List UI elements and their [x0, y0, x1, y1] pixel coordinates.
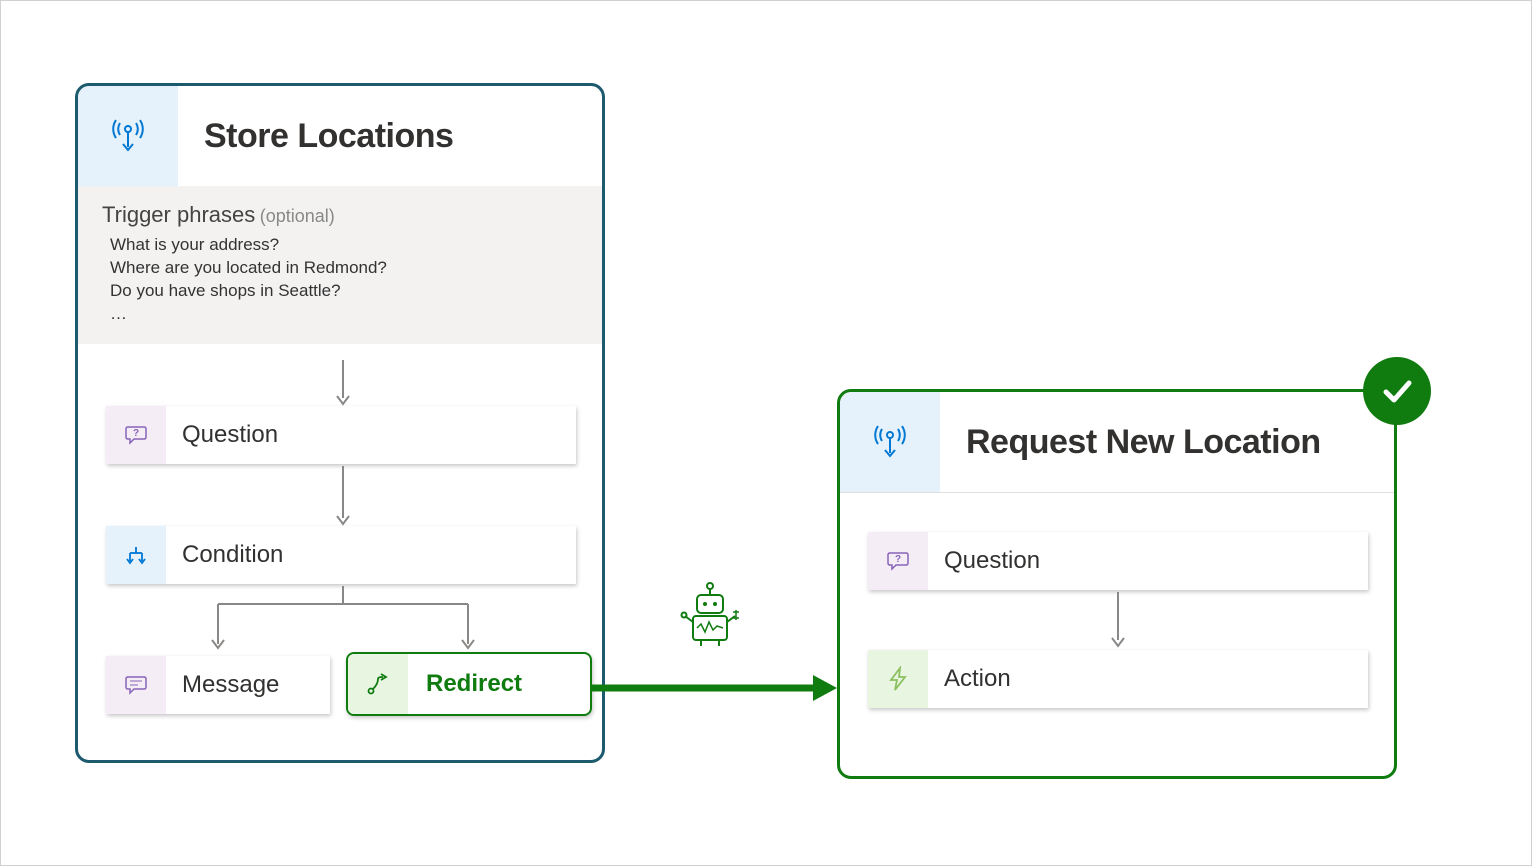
- trigger-phrases-section[interactable]: Trigger phrases (optional) What is your …: [78, 186, 602, 344]
- node-label-question: Question: [928, 547, 1040, 575]
- redirect-icon: [348, 654, 408, 714]
- branch-arrows-icon: [178, 586, 518, 656]
- trigger-phrase: …: [102, 303, 578, 326]
- trigger-optional-text: (optional): [260, 206, 335, 226]
- trigger-label-text: Trigger phrases: [102, 202, 255, 227]
- svg-text:?: ?: [895, 554, 901, 565]
- svg-text:?: ?: [133, 428, 139, 439]
- topic-header: Store Locations: [78, 86, 602, 186]
- topic-card-request-new-location[interactable]: Request New Location ? Question: [837, 389, 1397, 779]
- topic-card-store-locations[interactable]: Store Locations Trigger phrases (optiona…: [75, 83, 605, 763]
- arrow-down-icon: [335, 360, 351, 406]
- robot-icon: [675, 580, 745, 650]
- node-condition[interactable]: Condition: [106, 526, 576, 584]
- topic-title: Request New Location: [940, 423, 1321, 462]
- action-icon: [868, 650, 928, 708]
- antenna-icon: [111, 117, 145, 155]
- trigger-phrase: Do you have shops in Seattle?: [102, 280, 578, 303]
- checkmark-badge: [1363, 357, 1431, 425]
- arrow-down-icon: [335, 466, 351, 526]
- node-label-condition: Condition: [166, 541, 283, 569]
- node-label-action: Action: [928, 665, 1011, 693]
- node-question[interactable]: ? Question: [106, 406, 576, 464]
- trigger-phrase: Where are you located in Redmond?: [102, 257, 578, 280]
- question-icon: ?: [868, 532, 928, 590]
- node-message[interactable]: Message: [106, 656, 330, 714]
- trigger-phrases-label: Trigger phrases (optional): [102, 202, 578, 228]
- node-label-message: Message: [166, 671, 279, 699]
- node-label-redirect: Redirect: [408, 670, 522, 698]
- message-icon: [106, 656, 166, 714]
- arrow-down-icon: [1110, 592, 1126, 648]
- node-action[interactable]: Action: [868, 650, 1368, 708]
- topic-icon: [78, 86, 178, 186]
- topic-icon: [840, 392, 940, 492]
- node-question[interactable]: ? Question: [868, 532, 1368, 590]
- divider: [840, 492, 1394, 493]
- redirect-arrow-icon: [591, 673, 839, 703]
- topic-header: Request New Location: [840, 392, 1394, 492]
- question-icon: ?: [106, 406, 166, 464]
- topic-title: Store Locations: [178, 117, 453, 156]
- antenna-icon: [873, 423, 907, 461]
- condition-icon: [106, 526, 166, 584]
- node-label-question: Question: [166, 421, 278, 449]
- checkmark-icon: [1377, 371, 1417, 411]
- node-redirect[interactable]: Redirect: [346, 652, 592, 716]
- diagram-canvas: Store Locations Trigger phrases (optiona…: [0, 0, 1532, 866]
- trigger-phrase: What is your address?: [102, 234, 578, 257]
